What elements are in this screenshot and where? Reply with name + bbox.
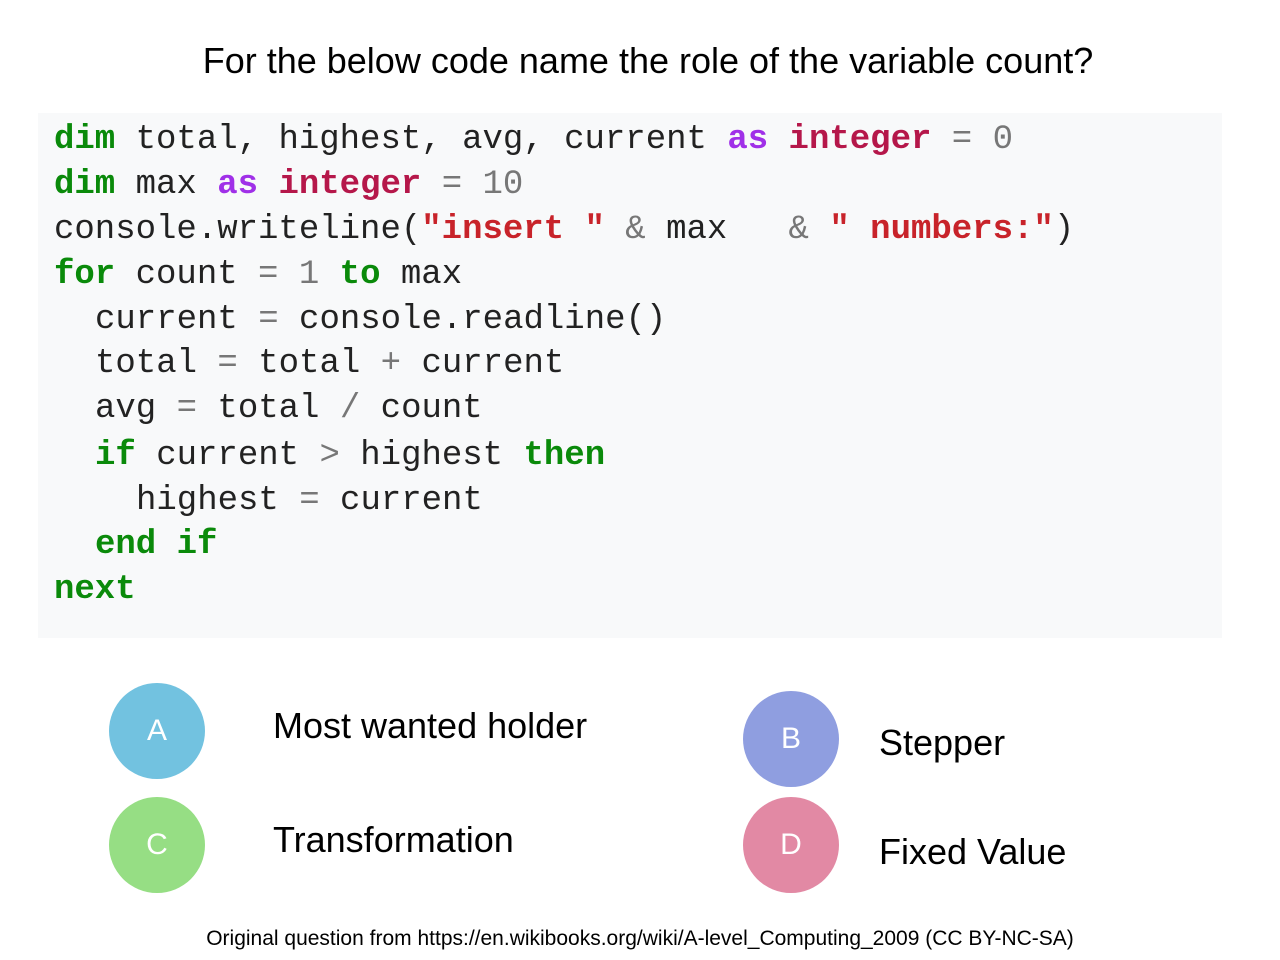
code-token: max <box>666 211 769 249</box>
code-token: total <box>95 345 218 383</box>
code-line: next <box>54 568 136 613</box>
code-token: then <box>523 437 606 475</box>
code-token: count <box>115 256 259 294</box>
code-token: console.writeline( <box>54 211 422 249</box>
code-token: if <box>95 437 136 475</box>
code-token: = <box>421 166 483 204</box>
code-token: next <box>54 571 136 609</box>
code-token: total <box>197 390 340 428</box>
code-token: current <box>95 301 259 339</box>
code-token: = <box>176 390 198 428</box>
code-token: dim <box>54 166 116 204</box>
option-b-button[interactable]: B <box>743 691 839 787</box>
code-token: max <box>115 166 218 204</box>
code-block: dim total, highest, avg, current as inte… <box>38 113 1222 638</box>
code-line: end if <box>95 523 217 568</box>
code-token: highest <box>339 437 524 475</box>
code-token: highest <box>136 482 300 520</box>
code-token: dim <box>54 121 116 159</box>
code-token: " numbers:" <box>829 211 1054 249</box>
option-b-label[interactable]: Stepper <box>879 722 1005 764</box>
code-token: as <box>217 166 259 204</box>
code-token: integer <box>278 166 422 204</box>
option-a-label[interactable]: Most wanted holder <box>273 705 587 747</box>
code-token: = <box>217 345 238 383</box>
code-line: for count = 1 to max <box>54 253 462 298</box>
code-line: avg = total / count <box>95 387 483 432</box>
option-d-label[interactable]: Fixed Value <box>879 831 1066 873</box>
code-line: highest = current <box>136 479 483 524</box>
code-token: = <box>258 256 279 294</box>
code-token: to <box>339 256 381 294</box>
code-token: & <box>604 211 667 249</box>
code-token: avg <box>95 390 177 428</box>
code-token: current <box>401 345 565 383</box>
code-token: 10 <box>482 166 524 204</box>
code-token: > <box>319 437 340 475</box>
code-token: / <box>339 390 361 428</box>
code-line: dim total, highest, avg, current as inte… <box>54 118 1013 163</box>
code-token: 1 <box>298 256 320 294</box>
code-token: current <box>319 482 483 520</box>
code-token: integer <box>788 121 932 159</box>
code-line: dim max as integer = 10 <box>54 163 523 208</box>
option-d-button[interactable]: D <box>743 797 839 893</box>
code-token: + <box>380 345 402 383</box>
code-line: console.writeline("insert " & max & " nu… <box>54 208 1074 253</box>
code-token: current <box>135 437 320 475</box>
code-line: current = console.readline() <box>95 298 666 343</box>
code-token: for <box>54 256 116 294</box>
code-token: "insert " <box>421 211 605 249</box>
code-token: 0 <box>992 121 1013 159</box>
code-line: total = total + current <box>95 342 564 387</box>
option-c-button[interactable]: C <box>109 797 205 893</box>
code-token: console.readline() <box>278 301 667 339</box>
code-token: count <box>360 390 483 428</box>
question-title: For the below code name the role of the … <box>202 40 1094 81</box>
code-token: = <box>258 301 279 339</box>
code-token: & <box>768 211 830 249</box>
source-attribution: Original question from https://en.wikibo… <box>206 927 1074 950</box>
code-token: total <box>237 345 381 383</box>
code-token: as <box>727 121 769 159</box>
code-token: ) <box>1053 211 1075 249</box>
code-line: if current > highest then <box>95 434 605 479</box>
option-a-button[interactable]: A <box>109 683 205 779</box>
option-c-label[interactable]: Transformation <box>273 819 514 861</box>
code-token: = <box>299 482 320 520</box>
code-token: max <box>380 256 463 294</box>
code-token: end if <box>95 526 218 564</box>
code-token: total, highest, avg, current <box>115 121 728 159</box>
code-token: = <box>931 121 993 159</box>
